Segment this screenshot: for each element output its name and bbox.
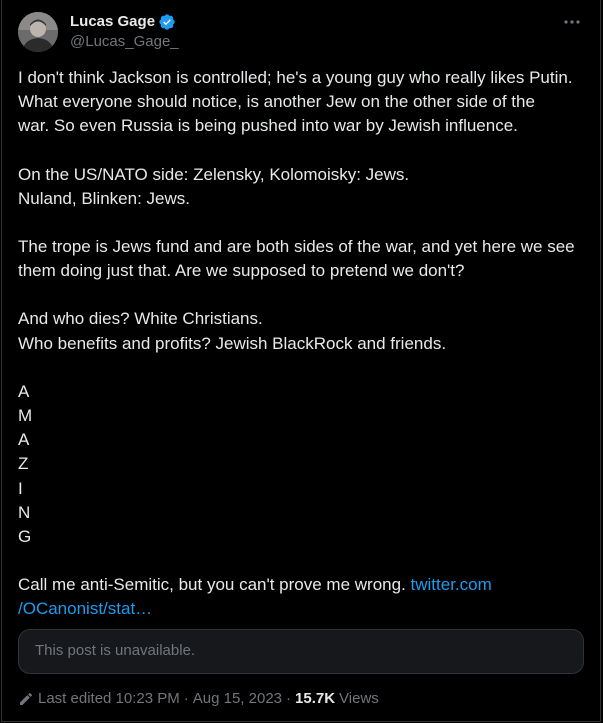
author-handle[interactable]: @Lucas_Gage_ [70, 32, 179, 52]
separator: · [286, 690, 292, 707]
letter: I [18, 478, 23, 498]
letter: A [18, 381, 30, 401]
post-line: And who dies? White Christians. [18, 309, 263, 329]
quoted-link-part1[interactable]: twitter.com [411, 575, 492, 594]
post-paragraph: The trope is Jews fund and are both side… [18, 235, 588, 283]
views-count: 15.7K [295, 690, 336, 707]
post-paragraph: On the US/NATO side: Zelensky, Kolomoisk… [18, 163, 588, 211]
post-container: Lucas Gage @Lucas_Gage_ I don't think Ja… [1, 0, 601, 722]
letter: Z [18, 454, 29, 474]
post-line: What everyone should notice, is another … [18, 92, 535, 112]
author-display-name[interactable]: Lucas Gage [70, 12, 176, 31]
post-paragraph: And who dies? White Christians. Who bene… [18, 307, 588, 355]
more-horizontal-icon[interactable] [560, 12, 584, 32]
quoted-link-part2[interactable]: /OCanonist/stat… [18, 597, 588, 621]
post-text: I don't think Jackson is controlled; he'… [18, 66, 588, 646]
post-date[interactable]: Aug 15, 2023 [193, 690, 282, 707]
post-closing: Call me anti-Semitic, but you can't prov… [18, 573, 588, 621]
post-header: Lucas Gage @Lucas_Gage_ [18, 12, 584, 56]
post-line: Call me anti-Semitic, but you can't prov… [18, 573, 588, 597]
post-line: them doing just that. Are we supposed to… [18, 261, 465, 281]
verified-badge-icon[interactable] [158, 13, 176, 31]
author-display-name-text[interactable]: Lucas Gage [70, 12, 155, 31]
post-line: On the US/NATO side: Zelensky, Kolomoisk… [18, 164, 410, 184]
post-line: Who benefits and profits? Jewish BlackRo… [18, 333, 447, 353]
avatar[interactable] [18, 12, 58, 52]
post-line: I don't think Jackson is controlled; he'… [18, 68, 573, 87]
closing-text: Call me anti-Semitic, but you can't prov… [18, 575, 406, 595]
letter: G [18, 527, 32, 547]
vertical-letters: A M A Z I N G [18, 380, 588, 549]
separator: · [183, 690, 189, 707]
letter: A [18, 430, 30, 450]
pencil-icon[interactable] [18, 691, 34, 707]
post-line: war. So even Russia is being pushed into… [18, 116, 518, 136]
post-line: The trope is Jews fund and are both side… [18, 237, 575, 257]
quoted-post-unavailable-card[interactable]: This post is unavailable. [18, 629, 584, 674]
unavailable-text: This post is unavailable. [35, 642, 196, 659]
post-meta: Last edited 10:23 PM · Aug 15, 2023 · 15… [18, 690, 379, 707]
post-paragraph: I don't think Jackson is controlled; he'… [18, 66, 588, 139]
letter: N [18, 502, 31, 522]
views-label: Views [339, 690, 379, 707]
edited-label[interactable]: Last edited 10:23 PM [38, 690, 180, 707]
letter: M [18, 406, 33, 426]
author-names: Lucas Gage @Lucas_Gage_ [70, 12, 179, 52]
post-line: Nuland, Blinken: Jews. [18, 188, 190, 208]
